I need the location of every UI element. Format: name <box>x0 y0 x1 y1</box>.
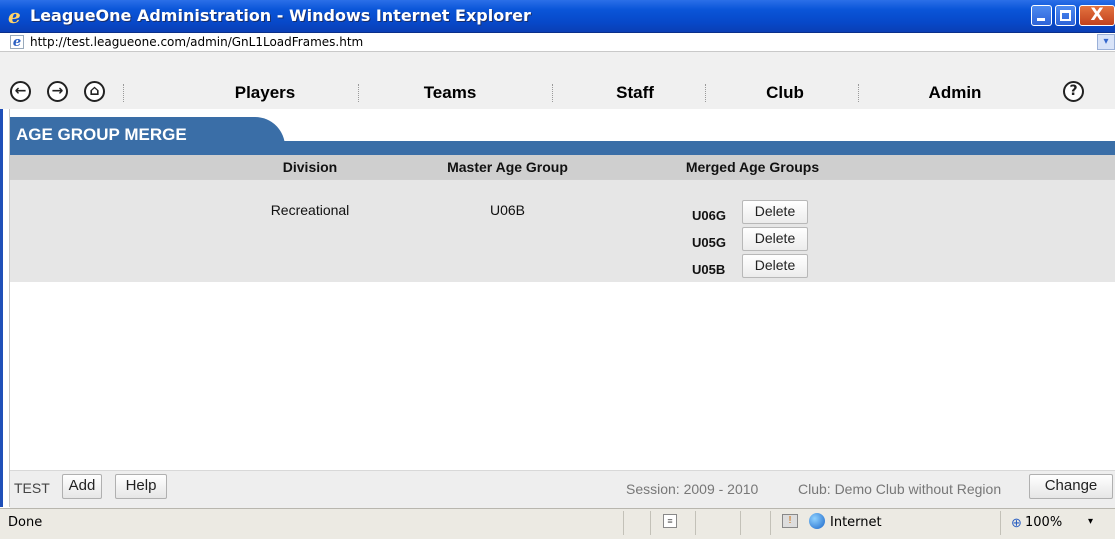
nav-divider <box>858 84 859 102</box>
protected-mode-icon[interactable]: ! <box>782 514 798 528</box>
status-divider <box>770 511 771 535</box>
zoom-dropdown-icon[interactable]: ▾ <box>1088 516 1093 527</box>
club-info: Club: Demo Club without Region <box>798 481 1002 497</box>
back-arrow-icon[interactable]: ← <box>10 81 31 102</box>
help-button[interactable]: Help <box>115 474 167 499</box>
nav-item-teams[interactable]: Teams <box>395 83 505 103</box>
delete-button[interactable]: Delete <box>742 200 808 224</box>
status-divider <box>1000 511 1001 535</box>
cell-division: Recreational <box>270 202 350 218</box>
status-divider <box>740 511 741 535</box>
close-icon: X <box>1090 5 1104 25</box>
status-divider <box>695 511 696 535</box>
column-header-division: Division <box>282 159 338 175</box>
session-info: Session: 2009 - 2010 <box>626 481 759 497</box>
globe-icon <box>809 513 825 529</box>
table-row <box>10 179 1115 282</box>
delete-button[interactable]: Delete <box>742 227 808 251</box>
minimize-button[interactable] <box>1031 5 1052 26</box>
nav-divider <box>552 84 553 102</box>
nav-divider <box>123 84 124 102</box>
change-club-button[interactable]: Change <box>1029 474 1113 499</box>
maximize-button[interactable] <box>1055 5 1076 26</box>
minimize-icon <box>1037 18 1045 21</box>
merged-age-group-code: U05B <box>692 262 726 277</box>
zoom-level[interactable]: 100% <box>1025 515 1062 530</box>
column-header-master-age-group: Master Age Group <box>447 159 568 175</box>
forward-arrow-icon[interactable]: → <box>47 81 68 102</box>
status-text: Done <box>8 515 43 530</box>
ie-logo-icon: e <box>8 4 21 28</box>
maximize-icon <box>1060 10 1071 21</box>
page-status-icon[interactable]: ≡ <box>663 514 677 528</box>
merged-age-group-code: U05G <box>692 235 726 250</box>
window-title: LeagueOne Administration - Windows Inter… <box>30 6 531 25</box>
home-icon[interactable]: ⌂ <box>84 81 105 102</box>
nav-divider <box>705 84 706 102</box>
column-header-merged-age-groups: Merged Age Groups <box>685 159 820 175</box>
close-button[interactable]: X <box>1079 5 1115 26</box>
cell-master-age-group: U06B <box>489 202 526 218</box>
nav-item-players[interactable]: Players <box>210 83 320 103</box>
page-title: AGE GROUP MERGE <box>16 125 187 144</box>
browser-status-bar <box>0 508 1115 539</box>
address-url[interactable]: http://test.leagueone.com/admin/GnL1Load… <box>30 35 363 49</box>
security-zone[interactable]: Internet <box>830 515 882 530</box>
nav-item-admin[interactable]: Admin <box>900 83 1010 103</box>
nav-divider <box>358 84 359 102</box>
delete-button[interactable]: Delete <box>742 254 808 278</box>
nav-item-club[interactable]: Club <box>730 83 840 103</box>
zoom-icon[interactable]: ⊕ <box>1011 515 1022 531</box>
merged-age-group-code: U06G <box>692 208 726 223</box>
status-divider <box>623 511 624 535</box>
help-icon[interactable]: ? <box>1063 81 1084 102</box>
address-dropdown-button[interactable]: ▾ <box>1097 34 1115 50</box>
environment-label: TEST <box>14 480 50 496</box>
window-left-edge <box>0 109 3 507</box>
add-button[interactable]: Add <box>62 474 102 499</box>
page-favicon-icon: e <box>10 35 24 50</box>
nav-item-staff[interactable]: Staff <box>580 83 690 103</box>
status-divider <box>650 511 651 535</box>
